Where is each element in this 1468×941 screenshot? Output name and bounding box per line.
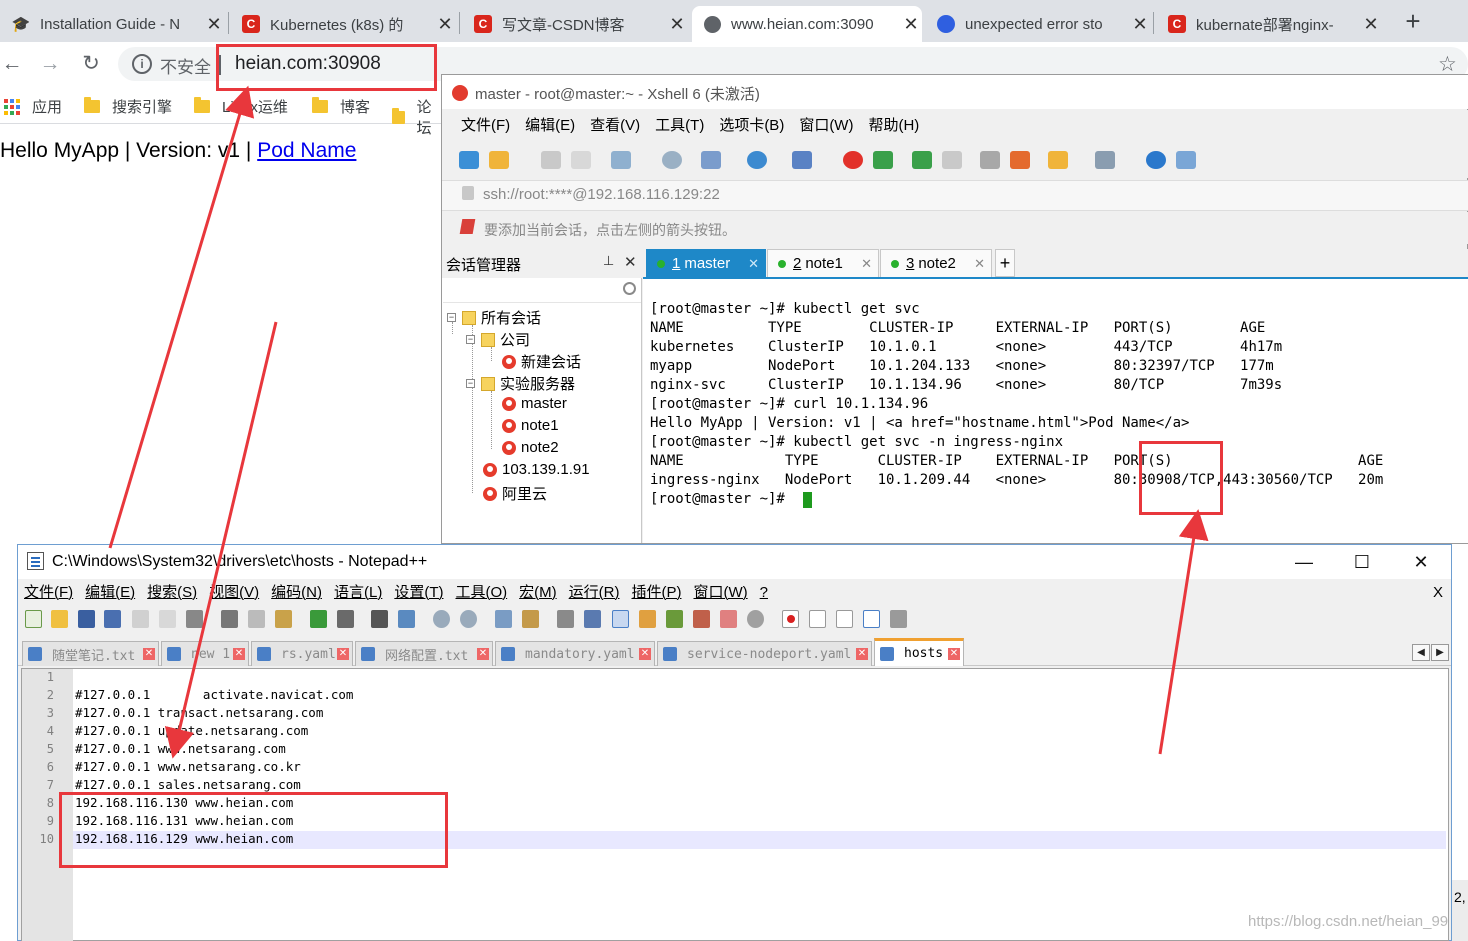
arrow-to-url (108, 85, 255, 549)
arrow-to-port (1158, 509, 1209, 755)
arrow-to-hosts (164, 321, 278, 759)
annotation-arrows (108, 85, 1209, 759)
